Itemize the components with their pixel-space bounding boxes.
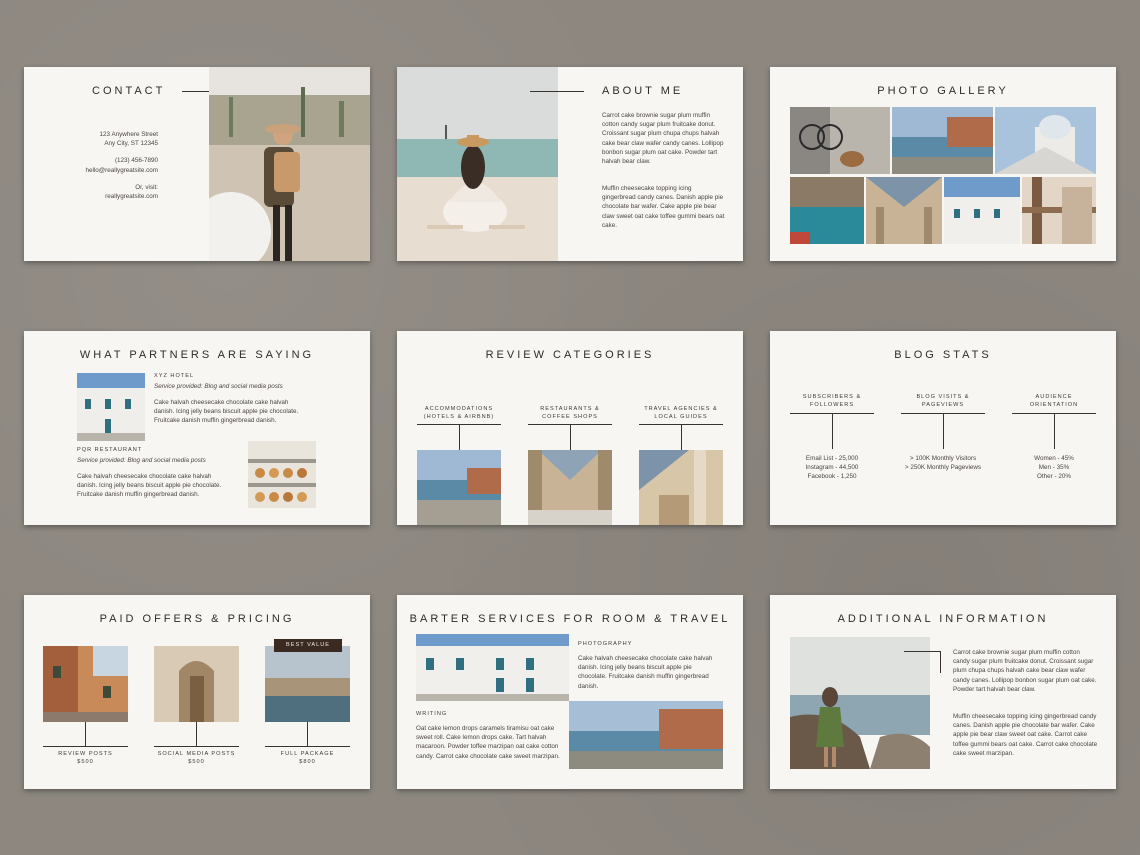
slide-photo-gallery: PHOTO GALLERY [770,67,1116,261]
additional-rule-vertical [940,651,941,673]
stat-email-list: Email List - 25,000 [805,455,859,462]
offer-3-rule [265,746,350,747]
gallery-photo-balcony [1022,177,1096,244]
partner-1-testimonial: Cake halvah cheesecake chocolate cake ha… [154,399,299,425]
website-link[interactable]: reallygreatsite.com [38,192,158,201]
partner-2-name: PQR RESTAURANT [77,447,143,453]
slide-contact: CONTACT 123 Anywhere Street Any City, ST… [24,67,370,261]
stat-men: Men - 35% [1038,464,1070,472]
offer-1-price: $500 [77,759,94,765]
pricing-title: PAID OFFERS & PRICING [99,613,295,625]
visit-label: Or, visit: [135,183,158,191]
email-address[interactable]: hello@reallygreatsite.com [38,166,158,175]
address-line-2: Any City, ST 12345 [104,140,158,148]
offer-review-posts-photo [43,646,128,722]
contact-title: CONTACT [92,85,166,97]
slide-pricing: PAID OFFERS & PRICING BEST VALUE REVIEW … [24,595,370,789]
stats-2-connector [943,413,944,449]
phone-number: (123) 456-7890 [114,157,158,165]
gallery-photo-arcade [866,177,942,244]
offer-3-connector [307,722,308,746]
about-title: ABOUT ME [602,85,684,97]
offer-social-media-photo [154,646,239,722]
slide-about-me: ABOUT ME Carrot cake brownie sugar plum … [397,67,743,261]
category-accommodations-label: ACCOMMODATIONS (HOTELS & AIRBNB) [423,406,495,420]
category-3-connector [681,424,682,453]
additional-paragraph-1: Carrot cake brownie sugar plum muffin co… [953,649,1097,693]
barter-title: BARTER SERVICES FOR ROOM & TRAVEL [409,613,731,625]
gallery-photo-harbor [892,107,993,174]
woman-coast-photo [790,637,930,769]
gallery-title: PHOTO GALLERY [877,85,1009,97]
partners-title: WHAT PARTNERS ARE SAYING [79,349,315,361]
category-restaurants-label: RESTAURANTS & COFFEE SHOPS [540,406,600,420]
gallery-photo-bicycle [790,107,890,174]
offer-1-rule [43,746,128,747]
partner-2-service: Service provided: Blog and social media … [77,457,206,464]
stats-audience-heading: AUDIENCE ORIENTATION [1029,394,1079,408]
category-1-connector [459,424,460,453]
contact-details: 123 Anywhere Street Any City, ST 12345 (… [38,130,158,201]
stats-1-connector [832,413,833,449]
offer-3-price: $800 [299,759,316,765]
stats-subscribers-heading: SUBSCRIBERS & FOLLOWERS [802,394,862,408]
offer-1-label: REVIEW POSTS [58,751,113,757]
beach-woman-photo [397,67,558,261]
stat-facebook: Facebook - 1,250 [807,473,857,481]
stat-other: Other - 20% [1037,473,1071,481]
stats-3-connector [1054,413,1055,449]
stats-title: BLOG STATS [894,349,992,361]
barter-harbor-photo [569,701,723,769]
stat-monthly-visitors: > 100K Monthly Visitors [909,455,977,462]
offer-full-package-photo [265,646,350,722]
category-2-connector [570,424,571,453]
about-title-rule [530,91,584,92]
stat-women: Women - 45% [1034,455,1074,462]
partner-restaurant-photo [248,441,316,508]
offer-2-price: $500 [188,759,205,765]
slide-partners: WHAT PARTNERS ARE SAYING XYZ HOTEL Servi… [24,331,370,525]
gallery-photo-cove [790,177,864,244]
about-paragraph-1: Carrot cake brownie sugar plum muffin co… [602,112,724,166]
address-line-1: 123 Anywhere Street [99,131,158,138]
traveler-desert-photo [209,67,370,261]
stats-visits-heading: BLOG VISITS & PAGEVIEWS [916,394,970,408]
additional-rule-horizontal [904,651,940,652]
best-value-badge: BEST VALUE [274,639,342,652]
category-travel-agencies-label: TRAVEL AGENCIES & LOCAL GUIDES [644,406,718,420]
offer-2-rule [154,746,239,747]
gallery-photo-dome [995,107,1096,174]
stats-subscribers-list: Email List - 25,000 Instagram - 44,500 F… [780,454,884,482]
offer-3-label: FULL PACKAGE [280,751,335,757]
stats-visits-list: > 100K Monthly Visitors > 250K Monthly P… [888,454,998,472]
slide-additional-info: ADDITIONAL INFORMATION Carrot cake brown… [770,595,1116,789]
stat-instagram: Instagram - 44,500 [805,464,859,472]
partner-hotel-photo [77,373,145,441]
category-restaurants-photo [528,450,612,525]
writing-text: Oat cake lemon drops caramels tiramisu o… [416,725,560,760]
gallery-photo-white-building [944,177,1020,244]
offer-1-connector [85,722,86,746]
partner-1-service: Service provided: Blog and social media … [154,383,283,390]
partner-1-name: XYZ HOTEL [154,373,195,379]
photography-label: PHOTOGRAPHY [578,641,633,647]
stat-monthly-pageviews: > 250K Monthly Pageviews [904,464,982,472]
partner-2-testimonial: Cake halvah cheesecake chocolate cake ha… [77,473,222,499]
about-paragraph-2: Muffin cheesecake topping icing gingerbr… [602,185,725,229]
review-title: REVIEW CATEGORIES [485,349,655,361]
offer-2-label: SOCIAL MEDIA POSTS [157,751,236,757]
slide-blog-stats: BLOG STATS SUBSCRIBERS & FOLLOWERS BLOG … [770,331,1116,525]
slide-review-categories: REVIEW CATEGORIES ACCOMMODATIONS (HOTELS… [397,331,743,525]
offer-2-connector [196,722,197,746]
additional-title: ADDITIONAL INFORMATION [837,613,1049,625]
barter-white-building-photo [416,634,569,701]
additional-paragraph-2: Muffin cheesecake topping icing gingerbr… [953,713,1098,757]
photography-text: Cake halvah cheesecake chocolate cake ha… [578,655,713,690]
slide-barter-services: BARTER SERVICES FOR ROOM & TRAVEL PHOTOG… [397,595,743,789]
writing-label: WRITING [416,711,448,717]
stats-audience-list: Women - 45% Men - 35% Other - 20% [1002,454,1106,482]
category-accommodations-photo [417,450,501,525]
category-travel-agencies-photo [639,450,723,525]
